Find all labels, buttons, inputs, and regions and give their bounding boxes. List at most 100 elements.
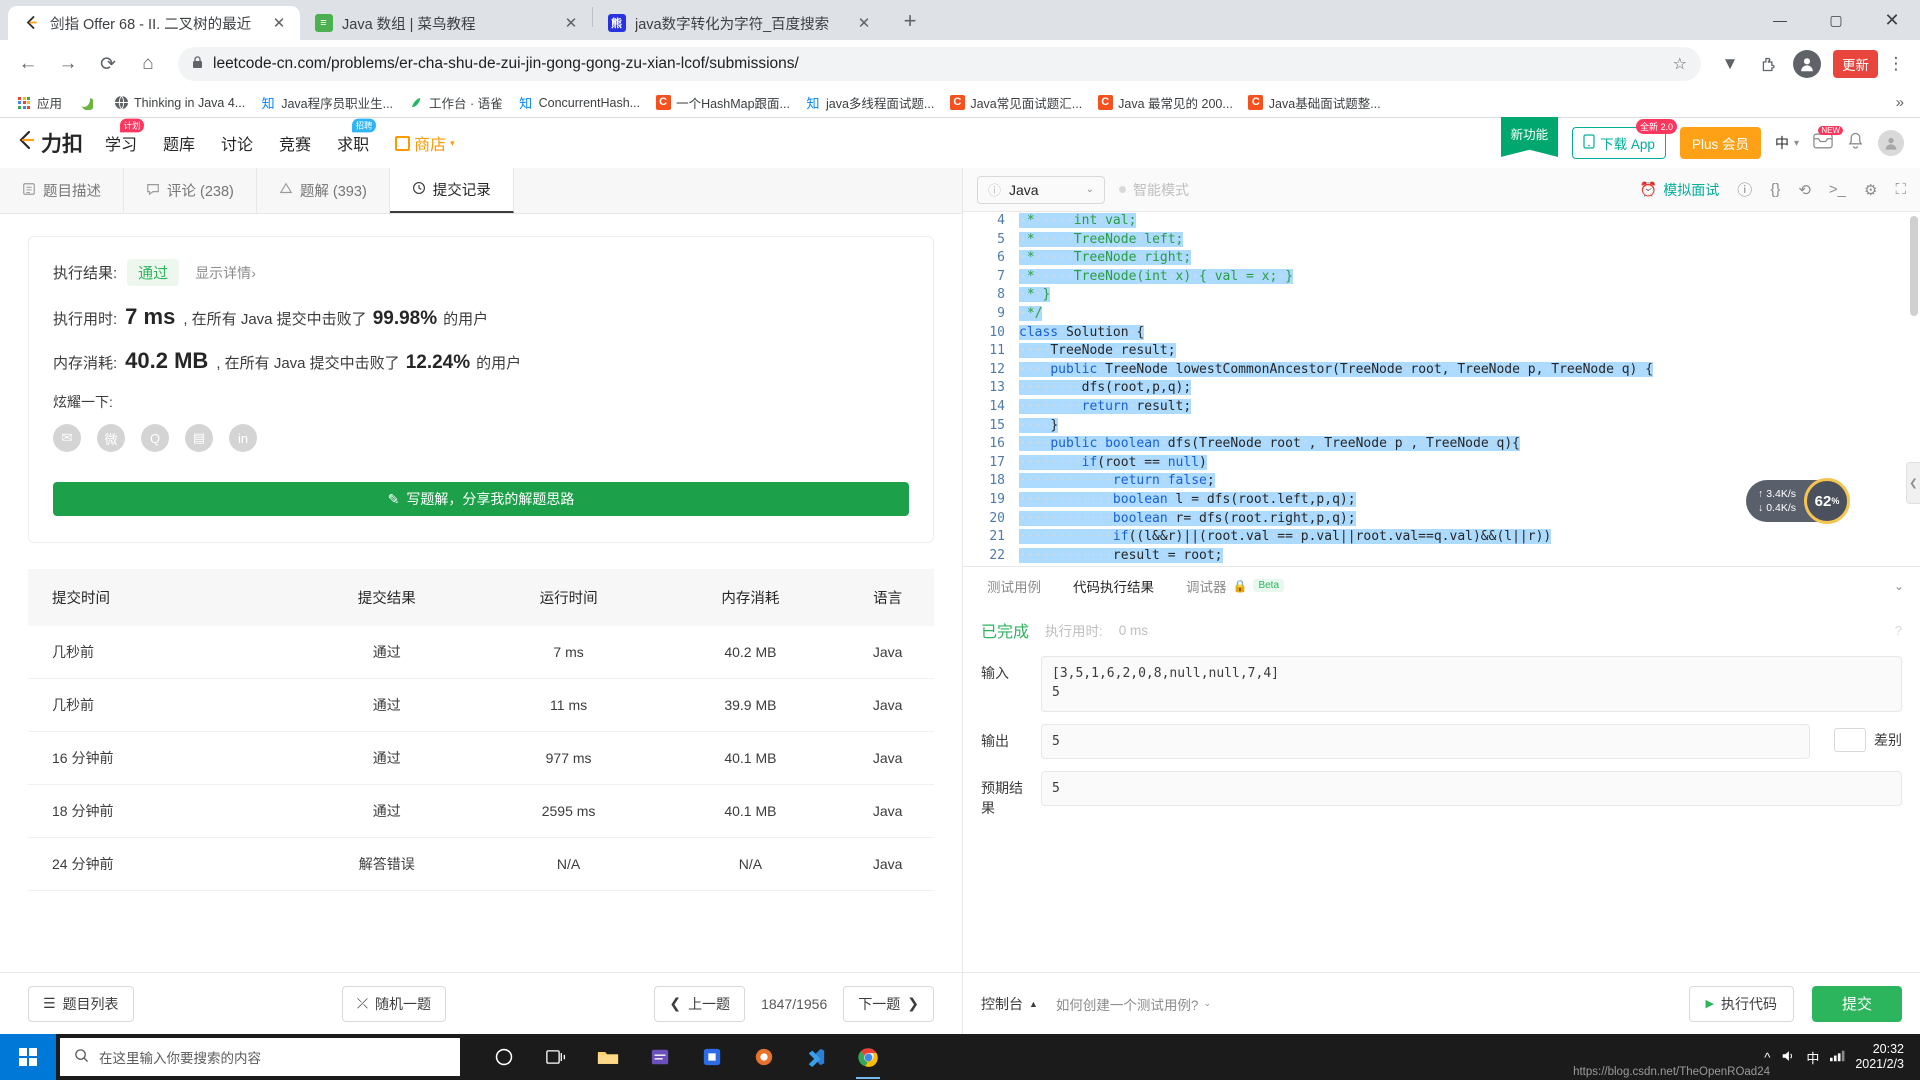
language-dropdown[interactable]: ⓘ Java ⌄ [977, 175, 1105, 204]
tab-description[interactable]: 题目描述 [0, 168, 124, 213]
tab-comments[interactable]: 评论 (238) [124, 168, 257, 213]
plus-member-button[interactable]: Plus 会员 [1679, 127, 1761, 159]
app-icon-blue[interactable] [688, 1034, 736, 1080]
bookmark-spring[interactable] [71, 93, 104, 113]
tab-run-result[interactable]: 代码执行结果 [1057, 567, 1170, 604]
home-icon[interactable]: ⌂ [130, 46, 166, 82]
random-problem-button[interactable]: ⤫ 随机一题 [341, 985, 447, 1022]
chrome-icon[interactable] [844, 1034, 892, 1080]
taskbar-clock[interactable]: 20:32 2021/2/3 [1855, 1042, 1910, 1072]
app-icon-orange[interactable] [740, 1034, 788, 1080]
code-line[interactable]: 5 ·*·····TreeNode·left; [977, 231, 1920, 250]
language-selector[interactable]: 中 ▾ [1775, 133, 1799, 153]
network-icon[interactable] [1829, 1049, 1845, 1066]
nav-item-shop[interactable]: 商店 ▾ [395, 131, 455, 155]
bookmarks-overflow-icon[interactable]: » [1890, 94, 1910, 111]
bookmark-star-icon[interactable]: ☆ [1673, 54, 1687, 74]
ime-indicator[interactable]: 中 [1806, 1048, 1819, 1067]
help-icon[interactable]: ? [1895, 623, 1902, 638]
nav-item-problems[interactable]: 题库 [163, 131, 195, 155]
write-solution-button[interactable]: ✎ 写题解，分享我的解题思路 [53, 482, 909, 516]
code-line[interactable]: 4 ·*·····int·val; [977, 212, 1920, 231]
settings-icon[interactable]: ⚙ [1864, 181, 1877, 199]
tab-testcase[interactable]: 测试用例 [971, 567, 1057, 604]
extensions-puzzle-icon[interactable] [1751, 47, 1785, 81]
app-icon-purple[interactable] [636, 1034, 684, 1080]
fullscreen-icon[interactable]: ⛶ [1895, 181, 1906, 198]
nav-item-study[interactable]: 学习 计划 [105, 118, 144, 155]
close-icon[interactable]: ✕ [853, 12, 875, 34]
cell-result[interactable]: 通过 [295, 784, 478, 838]
cell-result[interactable]: 解答错误 [295, 837, 478, 891]
cell-result[interactable]: 通过 [295, 626, 478, 679]
table-row[interactable]: 18 分钟前 通过 2595 ms 40.1 MB Java [28, 784, 934, 838]
browser-tab-1[interactable]: ≡ Java 数组 | 菜鸟教程 ✕ [300, 6, 592, 40]
console-collapse-icon[interactable]: ⌄ [1878, 567, 1920, 604]
bookmark-zhihu-2[interactable]: 知 ConcurrentHash... [512, 93, 646, 113]
qzone-icon[interactable]: ▤ [185, 424, 213, 452]
download-app-button[interactable]: 下载 App 全新 2.0 [1572, 119, 1677, 159]
code-line[interactable]: 10 class·Solution·{ [977, 324, 1920, 343]
start-button[interactable] [0, 1034, 56, 1080]
code-line[interactable]: 8 ·*·} [977, 286, 1920, 305]
volume-icon[interactable] [1780, 1049, 1796, 1066]
code-line[interactable]: 7 ·*·····TreeNode(int·x)·{·val·=·x;·} [977, 268, 1920, 287]
leetcode-logo[interactable]: 力扣 [16, 128, 83, 158]
nav-item-contest[interactable]: 竞赛 [279, 131, 311, 155]
run-code-button[interactable]: ▶ 执行代码 [1688, 985, 1794, 1022]
table-row[interactable]: 16 分钟前 通过 977 ms 40.1 MB Java [28, 731, 934, 785]
panel-collapse-handle[interactable]: ❮ [1906, 462, 1920, 504]
table-row[interactable]: 24 分钟前 解答错误 N/A N/A Java [28, 837, 934, 891]
editor-scrollbar[interactable] [1910, 216, 1918, 316]
update-button[interactable]: 更新 [1833, 50, 1878, 78]
code-line[interactable]: 9 ·*/ [977, 305, 1920, 324]
wechat-icon[interactable]: ✉ [53, 424, 81, 452]
weibo-icon[interactable]: 微 [97, 424, 125, 452]
bookmark-csdn-4[interactable]: C Java基础面试题整... [1242, 91, 1387, 114]
qq-icon[interactable]: Q [141, 424, 169, 452]
tab-debugger[interactable]: 调试器 🔒 Beta [1170, 567, 1300, 604]
vscode-icon[interactable] [792, 1034, 840, 1080]
prev-problem-button[interactable]: ❮ 上一题 [654, 985, 746, 1022]
format-braces-icon[interactable]: {} [1770, 181, 1780, 198]
code-line[interactable]: 12 ····public·TreeNode·lowestCommonAncest… [977, 361, 1920, 380]
linkedin-icon[interactable]: in [229, 424, 257, 452]
browser-tab-0[interactable]: 剑指 Offer 68 - II. 二叉树的最近 ✕ [8, 6, 300, 40]
next-problem-button[interactable]: 下一题 ❯ [843, 985, 934, 1022]
nav-item-jobs[interactable]: 求职 招聘 [337, 118, 377, 155]
address-bar[interactable]: leetcode-cn.com/problems/er-cha-shu-de-z… [178, 47, 1701, 81]
profile-avatar[interactable] [1793, 50, 1821, 78]
code-line[interactable]: 22 ············result·=·root; [977, 547, 1920, 566]
cell-result[interactable]: 通过 [295, 731, 478, 785]
table-row[interactable]: 几秒前 通过 7 ms 40.2 MB Java [28, 626, 934, 679]
testcase-hint[interactable]: 如何创建一个测试用例? ⌄ [1056, 994, 1211, 1014]
code-line[interactable]: 15 ····} [977, 417, 1920, 436]
tab-submissions[interactable]: 提交记录 [389, 168, 514, 213]
info-icon[interactable]: ⓘ [1737, 179, 1752, 200]
problem-list-button[interactable]: ☰ 题目列表 [28, 985, 134, 1022]
tab-solutions[interactable]: 题解 (393) [257, 168, 390, 213]
nav-item-discuss[interactable]: 讨论 [221, 131, 253, 155]
minimize-button[interactable]: — [1752, 0, 1808, 40]
cortana-icon[interactable] [480, 1034, 528, 1080]
maximize-button[interactable]: ▢ [1808, 0, 1864, 40]
code-line[interactable]: 17 ········if(root·==·null) [977, 454, 1920, 473]
submit-button[interactable]: 提交 [1811, 985, 1902, 1022]
window-close-button[interactable]: ✕ [1864, 0, 1920, 40]
code-editor[interactable]: 4 ·*·····int·val; 5 ·*·····TreeNode·left; 6 ·… [963, 212, 1920, 566]
code-line[interactable]: 14 ········return·result; [977, 398, 1920, 417]
terminal-icon[interactable]: >_ [1829, 181, 1846, 198]
code-line[interactable]: 6 ·*·····TreeNode·right; [977, 249, 1920, 268]
table-row[interactable]: 几秒前 通过 11 ms 39.9 MB Java [28, 678, 934, 732]
show-detail-link[interactable]: 显示详情› [195, 263, 256, 283]
mock-interview-button[interactable]: ⏰ 模拟面试 [1640, 180, 1719, 200]
back-icon[interactable]: ← [10, 46, 46, 82]
browser-menu-icon[interactable]: ⋮ [1882, 54, 1910, 74]
diff-checkbox[interactable] [1834, 728, 1866, 752]
bookmark-thinking-in-java[interactable]: Thinking in Java 4... [107, 93, 251, 113]
user-avatar[interactable] [1878, 130, 1904, 156]
diff-toggle[interactable]: 差别 [1834, 724, 1902, 752]
new-feature-ribbon[interactable]: 新功能 [1500, 117, 1559, 157]
bookmark-csdn-1[interactable]: C 一个HashMap跟面... [649, 91, 796, 114]
new-tab-button[interactable]: + [893, 4, 927, 38]
